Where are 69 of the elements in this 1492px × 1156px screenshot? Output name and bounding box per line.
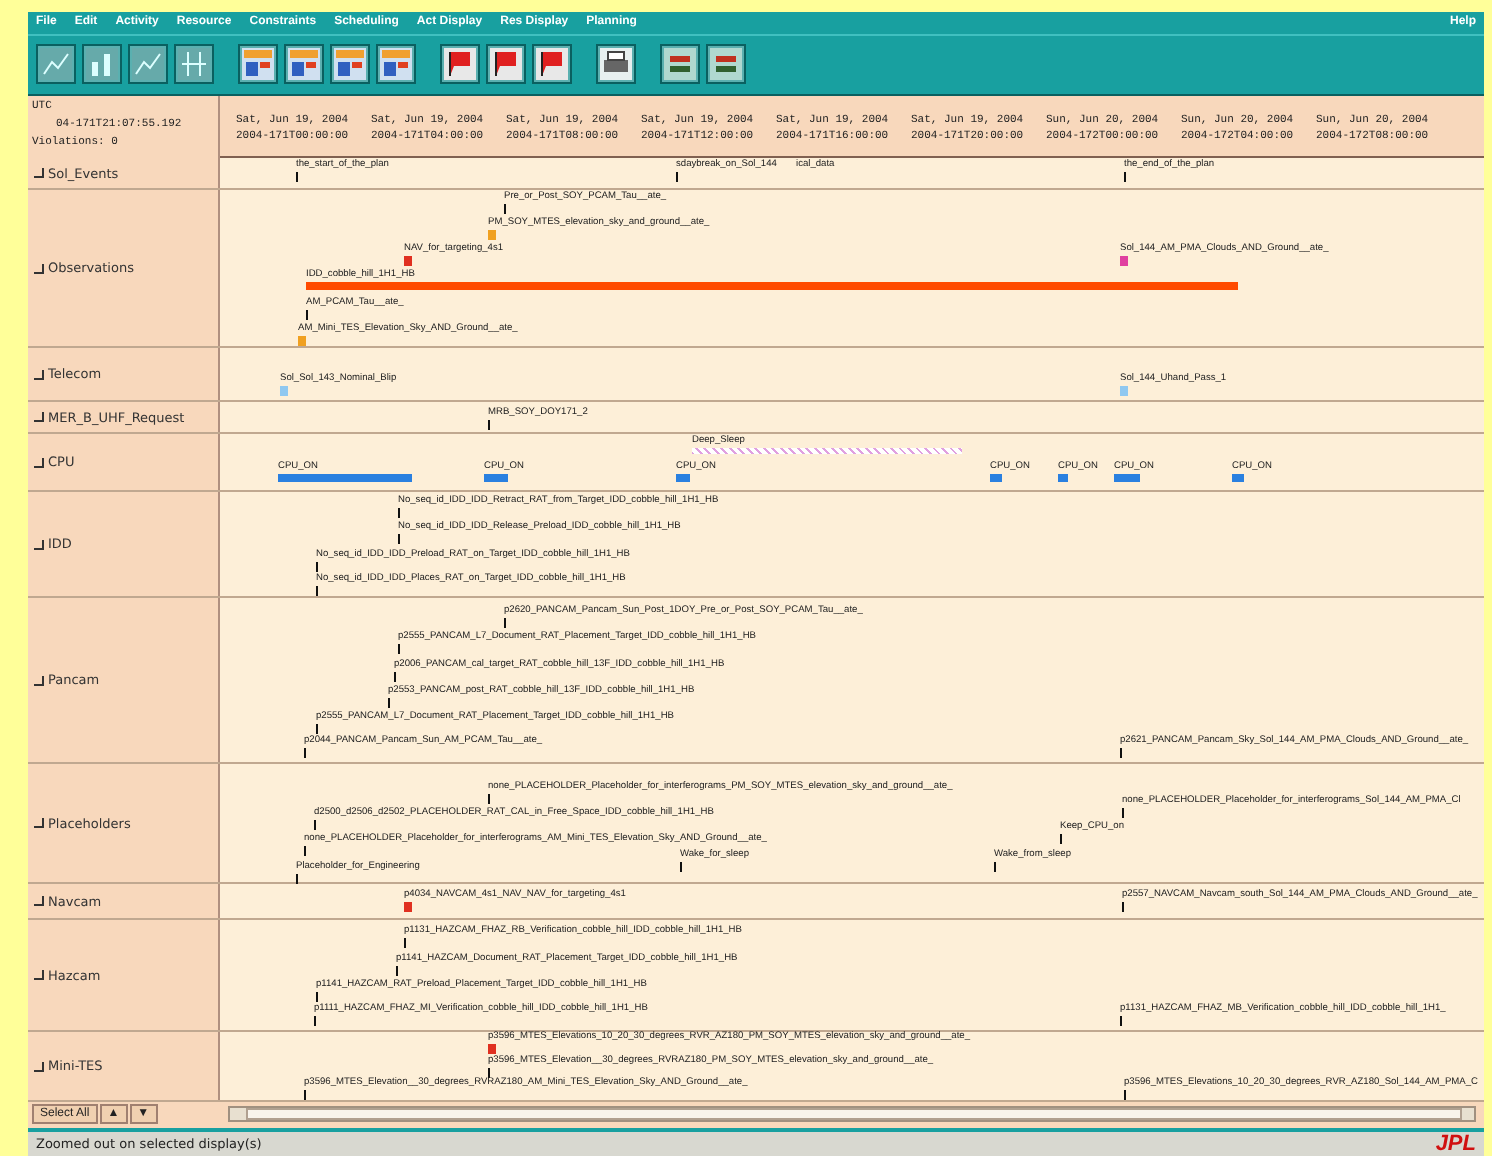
- toolbar-button[interactable]: [440, 44, 480, 85]
- toolbar-button[interactable]: [174, 44, 214, 85]
- tick-mark: [304, 748, 306, 759]
- tick-mark: [296, 874, 298, 885]
- toggle-icon: [710, 48, 742, 81]
- tick-mark: [1122, 902, 1124, 913]
- tick-mark: [1120, 1016, 1122, 1027]
- corner-icon: [34, 263, 44, 274]
- tick-mark: [994, 862, 996, 873]
- corner-icon: [34, 896, 44, 907]
- tick-mark: [316, 992, 318, 1003]
- corner-icon: [34, 818, 44, 829]
- tick-mark: [488, 420, 490, 431]
- tick-mark: [304, 1090, 306, 1101]
- corner-icon: [34, 457, 44, 468]
- tick-mark: [676, 172, 678, 183]
- printer-icon: [600, 48, 632, 81]
- tick-mark: [396, 966, 398, 977]
- tick-mark: [1122, 808, 1124, 819]
- tick-mark: [398, 534, 400, 545]
- bar-chart-icon: [86, 48, 118, 81]
- tick-mark: [296, 172, 298, 183]
- tick-mark: [398, 644, 400, 655]
- tick-mark: [680, 862, 682, 873]
- jpl-logo: JPL: [1435, 1132, 1476, 1156]
- tick-mark: [488, 794, 490, 805]
- tick-mark: [504, 204, 506, 215]
- tick-mark: [316, 562, 318, 573]
- toolbar-button[interactable]: [596, 44, 636, 85]
- flag-icon: [490, 48, 522, 81]
- tick-mark: [316, 724, 318, 735]
- tick-mark: [1060, 834, 1062, 845]
- tick-mark: [388, 698, 390, 709]
- toolbar-button[interactable]: [128, 44, 168, 85]
- toolbar-button[interactable]: [36, 44, 76, 85]
- window-icon: [380, 48, 412, 81]
- line-chart-icon: [132, 48, 164, 81]
- toolbar-button[interactable]: [82, 44, 122, 85]
- flag-icon: [444, 48, 476, 81]
- horizontal-scrollbar[interactable]: [228, 1106, 1476, 1123]
- tick-mark: [504, 618, 506, 629]
- corner-icon: [34, 970, 44, 981]
- corner-icon: [34, 539, 44, 550]
- corner-icon: [34, 412, 44, 423]
- tick-mark: [304, 846, 306, 857]
- corner-icon: [34, 369, 44, 380]
- tick-mark: [404, 938, 406, 949]
- corner-icon: [34, 168, 44, 179]
- line-chart-icon: [40, 48, 72, 81]
- flag-icon: [536, 48, 568, 81]
- tick-mark: [394, 672, 396, 683]
- tick-mark: [316, 586, 318, 597]
- window-icon: [242, 48, 274, 81]
- toggle-icon: [664, 48, 696, 81]
- tick-mark: [488, 1068, 490, 1079]
- toolbar-button[interactable]: [532, 44, 572, 85]
- window-icon: [288, 48, 320, 81]
- tick-mark: [306, 310, 308, 321]
- corner-icon: [34, 675, 44, 686]
- tick-mark: [314, 1016, 316, 1027]
- tick-mark: [314, 820, 316, 831]
- tick-mark: [1124, 172, 1126, 183]
- grid-icon: [178, 48, 210, 81]
- corner-icon: [34, 1061, 44, 1072]
- toolbar-button[interactable]: [486, 44, 526, 85]
- window-icon: [334, 48, 366, 81]
- tick-mark: [1120, 748, 1122, 759]
- tick-mark: [1124, 1090, 1126, 1101]
- tick-mark: [398, 508, 400, 519]
